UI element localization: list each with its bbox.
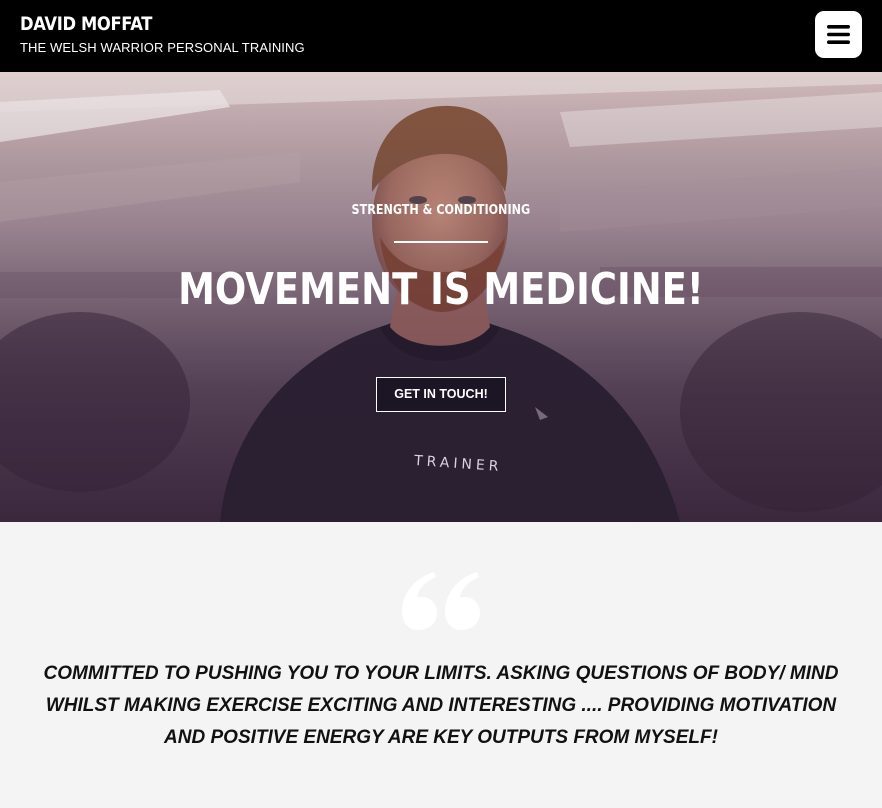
get-in-touch-button[interactable]: GET IN TOUCH! [376,377,506,412]
hamburger-menu-icon [827,25,850,44]
hero-section: TRAINER STRENGTH & CONDITIONING MOVEMENT… [0,72,882,522]
brand-name[interactable]: DAVID MOFFAT [20,13,152,35]
hero-title: MOVEMENT IS MEDICINE! [178,264,704,315]
quote-mark-icon [402,572,480,630]
site-header: DAVID MOFFAT THE WELSH WARRIOR PERSONAL … [0,0,882,72]
menu-button[interactable] [815,11,862,58]
hero-kicker: STRENGTH & CONDITIONING [351,203,531,218]
hero-divider [394,241,488,243]
quote-text: COMMITTED TO PUSHING YOU TO YOUR LIMITS.… [43,663,839,748]
brand-tagline: THE WELSH WARRIOR PERSONAL TRAINING [20,40,305,55]
quote-section: COMMITTED TO PUSHING YOU TO YOUR LIMITS.… [0,522,882,808]
